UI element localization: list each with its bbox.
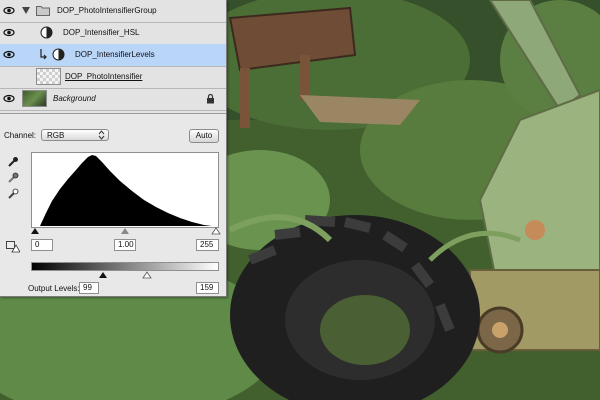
- histogram: [31, 152, 219, 228]
- output-gradient: [31, 262, 219, 271]
- layer-row-intensifier[interactable]: DOP_PhotoIntensifier: [0, 66, 226, 89]
- disclosure-triangle-icon[interactable]: [22, 7, 30, 14]
- chevron-updown-icon: [98, 130, 105, 140]
- eyedropper-gray-icon[interactable]: [7, 172, 19, 184]
- input-black-field[interactable]: 0: [31, 239, 53, 251]
- channel-label: Channel:: [4, 131, 37, 140]
- output-levels-label: Output Levels:: [28, 284, 80, 293]
- clip-arrow-icon: [40, 49, 47, 60]
- layer-row-levels[interactable]: DOP_IntensifierLevels: [0, 44, 226, 67]
- output-white-field[interactable]: 159: [196, 282, 219, 294]
- folder-icon: [36, 6, 50, 16]
- layer-row-background[interactable]: Background: [0, 88, 226, 111]
- layer-name: DOP_PhotoIntensifier: [65, 72, 143, 81]
- input-gamma-field[interactable]: 1.00: [114, 239, 136, 251]
- layer-thumbnail: [36, 68, 61, 85]
- layers-panel: DOP_PhotoIntensifierGroup DOP_Intensifie…: [0, 0, 226, 114]
- eye-icon[interactable]: [3, 27, 15, 38]
- channel-select[interactable]: RGB: [41, 129, 109, 141]
- eye-icon[interactable]: [3, 93, 15, 104]
- layer-name: DOP_IntensifierLevels: [75, 50, 155, 59]
- layer-thumbnail: [22, 90, 47, 107]
- layer-row-hsl[interactable]: DOP_Intensifier_HSL: [0, 22, 226, 45]
- layer-row-group[interactable]: DOP_PhotoIntensifierGroup: [0, 0, 226, 23]
- input-white-field[interactable]: 255: [196, 239, 219, 251]
- layer-name: DOP_PhotoIntensifierGroup: [57, 6, 157, 15]
- adjustment-layer-icon: [52, 48, 65, 61]
- input-sliders[interactable]: [29, 227, 221, 235]
- histogram-graph: [40, 155, 212, 226]
- layer-name: DOP_Intensifier_HSL: [63, 28, 140, 37]
- auto-button[interactable]: Auto: [189, 129, 219, 143]
- eyedropper-black-icon[interactable]: [7, 156, 19, 168]
- layer-name: Background: [53, 94, 96, 103]
- photoshop-panel: DOP_PhotoIntensifierGroup DOP_Intensifie…: [0, 0, 227, 297]
- eyedropper-white-icon[interactable]: [7, 188, 19, 200]
- eye-icon[interactable]: [3, 49, 15, 60]
- warning-icon: [6, 241, 20, 253]
- lock-icon: [207, 94, 214, 104]
- channel-value: RGB: [47, 131, 65, 140]
- eye-icon[interactable]: [3, 5, 15, 16]
- levels-properties: Channel: RGB Auto 0 1.00 255 Output Leve…: [0, 115, 226, 296]
- output-sliders[interactable]: [29, 271, 221, 279]
- output-black-field[interactable]: 99: [79, 282, 99, 294]
- adjustment-layer-icon: [40, 26, 53, 39]
